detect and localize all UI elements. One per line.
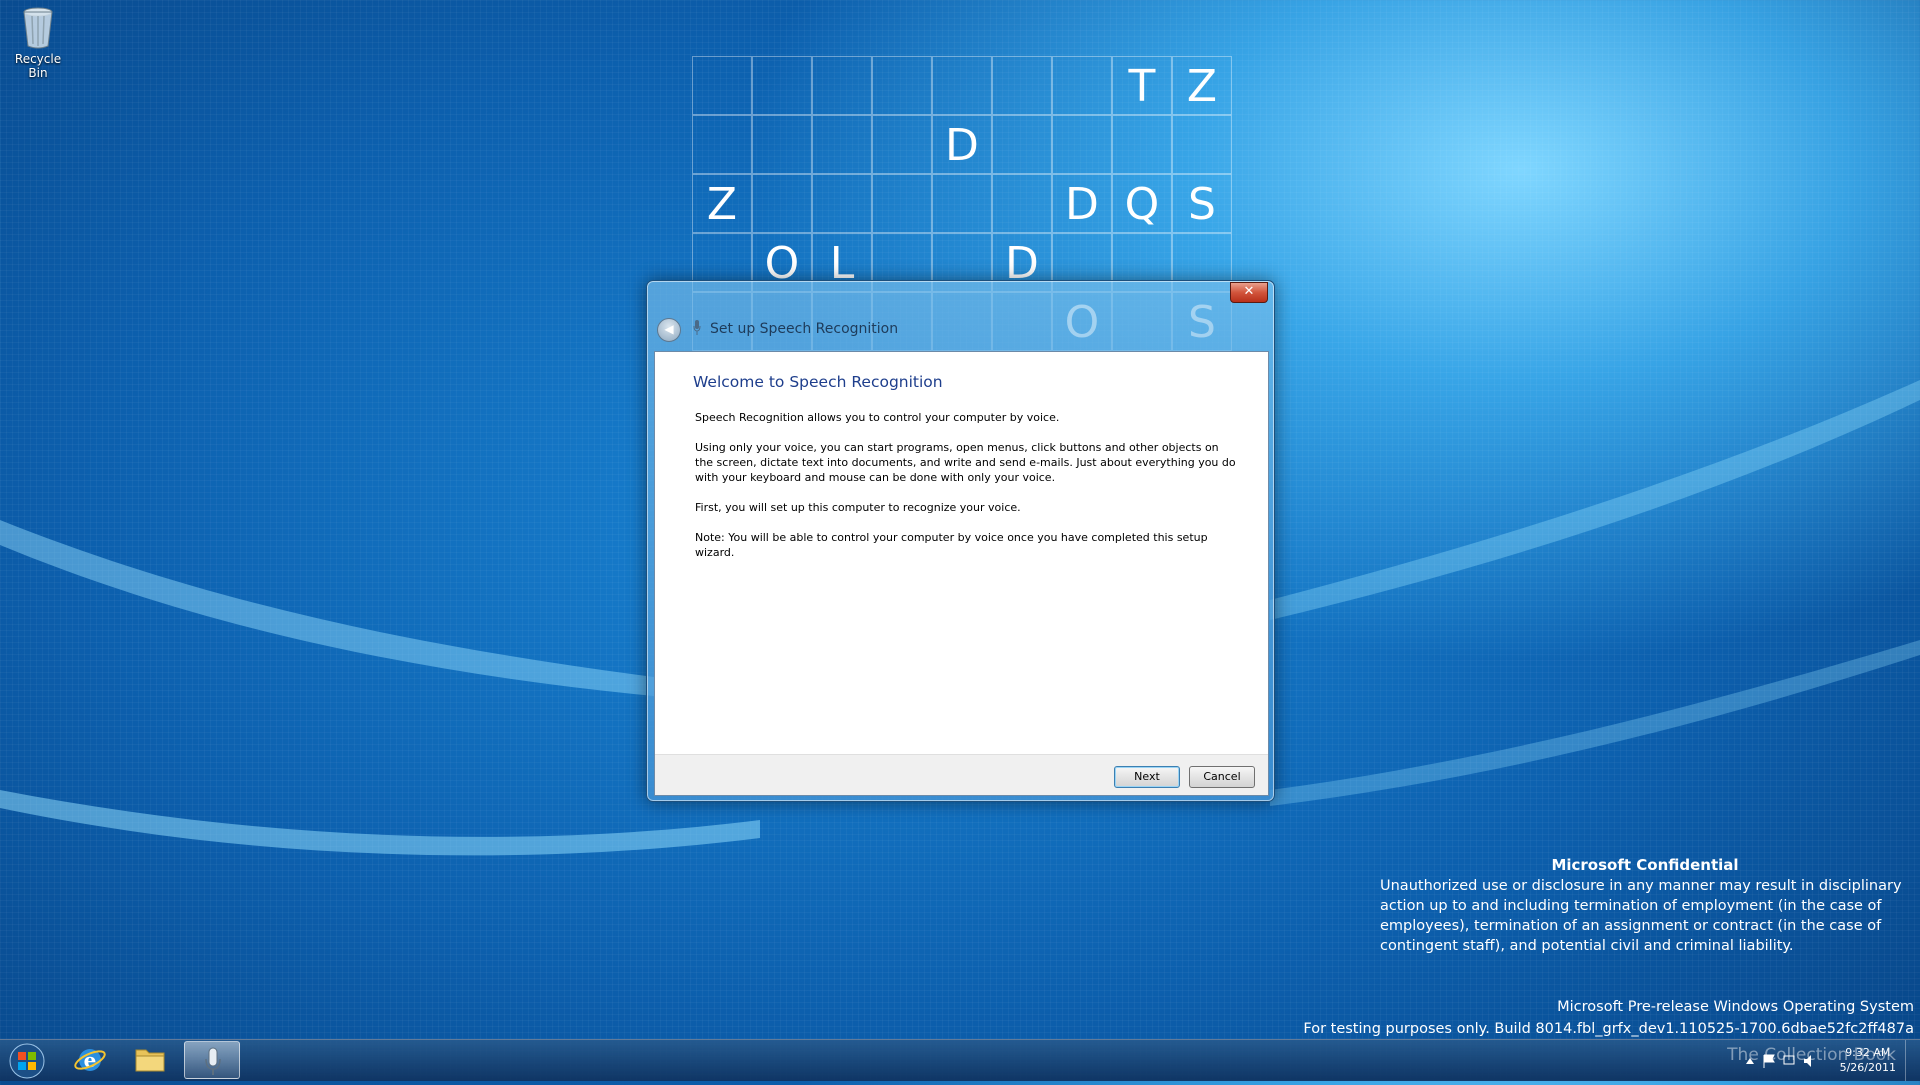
grid-cell — [752, 56, 812, 115]
folder-icon — [135, 1049, 165, 1072]
microphone-icon — [693, 320, 701, 335]
paragraph: Note: You will be able to control your c… — [695, 531, 1208, 559]
collection-book-watermark: The Collection Book — [1727, 1045, 1896, 1065]
grid-cell — [932, 56, 992, 115]
close-icon: ✕ — [1243, 284, 1255, 299]
dialog-title: Set up Speech Recognition — [710, 321, 899, 337]
microphone-icon — [205, 1047, 221, 1075]
recycle-bin-label: Recycle Bin — [14, 52, 62, 80]
paragraph: First, you will set up this computer to … — [695, 501, 1021, 514]
grid-cell — [992, 56, 1052, 115]
back-button[interactable]: ◀ — [657, 318, 681, 342]
confidential-notice: Microsoft Confidential Unauthorized use … — [1380, 855, 1910, 956]
page-heading: Welcome to Speech Recognition — [693, 373, 943, 391]
next-button[interactable]: Next — [1114, 766, 1180, 788]
grid-cell: D — [1052, 174, 1112, 233]
wizard-content: Welcome to Speech Recognition Speech Rec… — [654, 351, 1269, 796]
back-arrow-icon: ◀ — [664, 322, 674, 336]
grid-cell — [1052, 56, 1112, 115]
close-button[interactable]: ✕ — [1230, 282, 1268, 303]
grid-cell: S — [1172, 174, 1232, 233]
taskbar: e 9:32 AM 5/26/2011 — [0, 1039, 1920, 1081]
taskbar-file-explorer[interactable] — [122, 1041, 178, 1079]
grid-cell — [1112, 115, 1172, 174]
grid-cell — [872, 174, 932, 233]
taskbar-internet-explorer[interactable]: e — [62, 1041, 118, 1079]
grid-cell — [872, 115, 932, 174]
grid-cell: Z — [692, 174, 752, 233]
confidential-title: Microsoft Confidential — [1551, 856, 1739, 874]
cancel-button[interactable]: Cancel — [1189, 766, 1255, 788]
grid-cell — [692, 115, 752, 174]
build-watermark: Microsoft Pre-release Windows Operating … — [1303, 996, 1914, 1040]
taskbar-speech-recognition[interactable] — [184, 1041, 240, 1079]
grid-cell — [1172, 115, 1232, 174]
grid-cell: D — [932, 115, 992, 174]
grid-cell — [752, 174, 812, 233]
windows-orb-icon — [9, 1043, 45, 1079]
show-desktop-button[interactable] — [1905, 1040, 1920, 1081]
grid-cell: Z — [1172, 56, 1232, 115]
grid-cell — [992, 174, 1052, 233]
grid-cell — [932, 174, 992, 233]
grid-cell — [812, 115, 872, 174]
grid-cell — [1052, 115, 1112, 174]
paragraph: Using only your voice, you can start pro… — [695, 441, 1236, 484]
grid-cell — [692, 56, 752, 115]
wizard-description: Speech Recognition allows you to control… — [695, 410, 1240, 575]
grid-cell — [752, 115, 812, 174]
internet-explorer-icon: e — [74, 1048, 106, 1072]
build-string: For testing purposes only. Build 8014.fb… — [1303, 1021, 1914, 1037]
grid-cell: Q — [1112, 174, 1172, 233]
prerelease-line: Microsoft Pre-release Windows Operating … — [1557, 999, 1914, 1015]
grid-cell — [872, 56, 932, 115]
recycle-bin-icon — [20, 6, 56, 50]
grid-cell — [812, 174, 872, 233]
grid-cell: T — [1112, 56, 1172, 115]
grid-cell — [812, 56, 872, 115]
confidential-text: Unauthorized use or disclosure in any ma… — [1380, 878, 1902, 954]
speech-setup-dialog: ✕ ◀ Set up Speech Recognition Welcome to… — [646, 280, 1275, 802]
wizard-footer: Next Cancel — [655, 754, 1268, 795]
paragraph: Speech Recognition allows you to control… — [695, 411, 1060, 424]
start-button[interactable] — [2, 1041, 52, 1081]
recycle-bin-shortcut[interactable]: Recycle Bin — [4, 6, 72, 80]
grid-cell — [992, 115, 1052, 174]
